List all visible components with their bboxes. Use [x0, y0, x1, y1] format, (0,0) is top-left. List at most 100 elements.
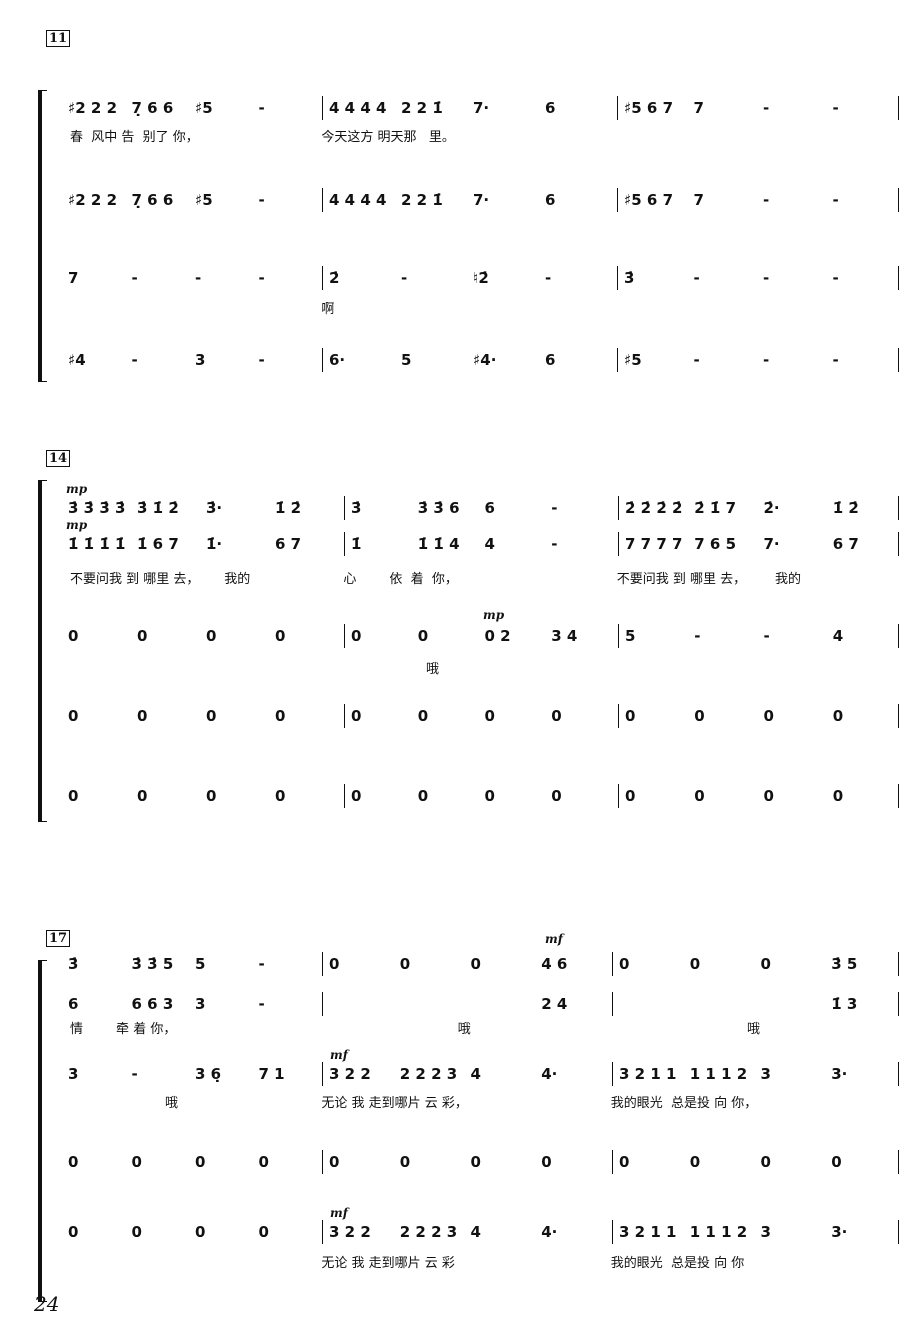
measure: 3̇ 3̇ 3̇ 3̇ 3̇ 1̇ 2̇ 3̇· 1̇ 2̇ [62, 496, 344, 520]
beat-notes: 3 2 2 [329, 1223, 371, 1241]
beat-notes: 7 [68, 269, 79, 287]
beat-notes: 0 [689, 1153, 701, 1171]
lyrics-text [70, 1252, 321, 1271]
beat-notes: 6· [329, 351, 346, 369]
measure: 3 2 1 1 1 1 1 2 3 3· [612, 1062, 902, 1086]
dynamic-marking: mf [330, 1048, 348, 1062]
measure: ♯4 - 3 - [62, 348, 322, 372]
beat-notes: 3 4 [551, 627, 578, 645]
lyrics-text: 哦 [610, 1022, 761, 1037]
barline [898, 532, 899, 556]
beat-notes: 6 [545, 191, 556, 209]
beat-notes: 3· [831, 1223, 848, 1241]
beat-notes: ♯5 [195, 99, 213, 117]
lyrics-text: 今天这方 明天那 里。 [321, 130, 455, 145]
beat-notes: 0 [760, 955, 771, 973]
beat-notes: 3 [68, 1065, 79, 1083]
beat-notes: 0 [831, 1153, 842, 1171]
measure: 0 0 0 4 6 [322, 952, 612, 976]
beat-notes: 2 2 2 3 [399, 1223, 458, 1241]
barline [898, 348, 899, 372]
measure: 0 0 0 0 [62, 784, 344, 808]
staff-row: 3̇ 3̇ 3̇ 3̇ 3̇ 1̇ 2̇ 3̇· 1̇ 2̇ 3̇ 3̇ 3̇ 6 6 - 2̇… [62, 496, 902, 520]
lyrics-line: 啊 [70, 298, 900, 317]
beat-notes: 2̇· [763, 499, 780, 517]
beat-notes: 7 [693, 191, 704, 209]
beat-notes: 7 6 5 [694, 535, 737, 553]
beat-notes: 0 [619, 955, 630, 973]
measure: 3̇ 3̇ 3̇ 6 6 - [344, 496, 618, 520]
lyrics-text: 啊 [321, 302, 335, 317]
beat-notes: 0 [399, 955, 411, 973]
beat-notes: 0 [760, 1153, 771, 1171]
measure: 4 4 4 4 2 2 1̇ 7· 6 [322, 96, 617, 120]
beat-notes: - [545, 269, 552, 287]
measure: 0 0 0 0 [612, 1150, 902, 1174]
beat-notes: 0 [470, 1153, 481, 1171]
beat-notes: - [131, 1065, 138, 1083]
beat-notes: 6 [545, 99, 556, 117]
measure: 3̇ - - - [617, 266, 902, 290]
measure: 0 0 0 0 [322, 1150, 612, 1174]
beat-notes: 2 4 [541, 995, 568, 1013]
barline [898, 952, 899, 976]
rehearsal-mark: 17 [46, 930, 71, 947]
beat-notes: 0 [195, 1153, 206, 1171]
staff-row: 0 0 0 0 0 0 0 0 0 0 0 0 [62, 1150, 902, 1174]
beat-notes: 0 [195, 1223, 206, 1241]
beat-notes: 0 [694, 787, 705, 805]
beat-notes: 3 6̣ [195, 1065, 222, 1083]
measure: 1̇ 1̇ 1̇ 4 4 - [344, 532, 618, 556]
beat-notes: - [258, 269, 265, 287]
measure: ♯2 2 2 7̣ 6 6 ♯5 - [62, 188, 322, 212]
beat-notes: 0 [551, 707, 562, 725]
measure: 0 0 0 0 [62, 624, 344, 648]
measure: 0 0 0 0 [618, 704, 902, 728]
beat-notes: - [763, 269, 770, 287]
rehearsal-mark: 11 [46, 30, 71, 47]
beat-notes: 0 [484, 707, 495, 725]
beat-notes: 0 [832, 787, 844, 805]
beat-notes: 0 [258, 1223, 269, 1241]
lyrics-text: 哦 [70, 1096, 179, 1111]
beat-notes: - [258, 955, 265, 973]
lyrics-text [617, 658, 900, 677]
beat-notes: - [832, 191, 839, 209]
measure: 0 0 0 0 [344, 704, 618, 728]
dynamic-marking: mp [66, 482, 88, 496]
beat-notes: - [258, 995, 265, 1013]
beat-notes: 0 [137, 787, 148, 805]
beat-notes: 4 [484, 535, 495, 553]
beat-notes: 3̇ 3̇ 5 [131, 955, 174, 973]
lyrics-text: 心 依 着 你， [343, 572, 458, 587]
system-bracket [38, 480, 47, 822]
beat-notes: 6 6 3 [131, 995, 174, 1013]
dynamic-marking: mp [483, 608, 505, 622]
beat-notes: ♯5 6 7 [624, 191, 674, 209]
beat-notes: 0 [689, 955, 701, 973]
beat-notes: 4· [541, 1065, 558, 1083]
lyrics-line: 哦 [70, 658, 900, 677]
beat-notes: 3 2 1 1 [619, 1223, 677, 1241]
beat-notes: 3̇· [206, 499, 223, 517]
beat-notes: 1̇ 2̇ [275, 499, 302, 517]
measure: 3 2 2 2 2 2 3 4 4· [322, 1062, 612, 1086]
measure: 0 0 0 0 [62, 1150, 322, 1174]
beat-notes: 0 [470, 955, 481, 973]
staff-row: ♯2 2 2 7̣ 6 6 ♯5 - 4 4 4 4 2 2 1̇ 7· 6 ♯5 6 7 7 - - [62, 188, 902, 212]
beat-notes: 5 [625, 627, 636, 645]
beat-notes: - [763, 191, 770, 209]
measure: 5 - - 4 [618, 624, 902, 648]
beat-notes: 0 [131, 1223, 142, 1241]
barline [898, 1150, 899, 1174]
beat-notes: 4 4 4 4 [329, 191, 387, 209]
measure: 3 2 2 2 2 2 3 4 4· [322, 1220, 612, 1244]
rehearsal-mark: 14 [46, 450, 71, 467]
beat-notes: - [693, 351, 700, 369]
measure: 1̇ 1̇ 1̇ 1̇ 1̇ 6 7 1̇· 6 7 [62, 532, 344, 556]
beat-notes: 3̇ 3̇ 3̇ 3̇ [68, 499, 126, 517]
barline [898, 496, 899, 520]
beat-notes: 0 [619, 1153, 630, 1171]
staff-row: 3̇ 3̇ 3̇ 5 5 - 0 0 0 4 6 0 0 0 3̇ 5 [62, 952, 902, 976]
beat-notes: 1̇ 3 [831, 995, 858, 1013]
